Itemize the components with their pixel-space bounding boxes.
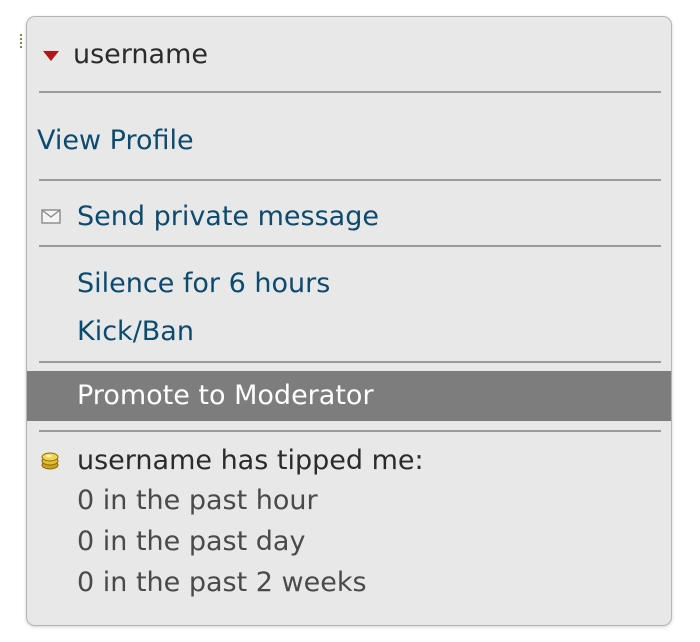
send-private-message-link[interactable]: Send private message [27,199,671,235]
divider [39,430,661,432]
tips-past-day: 0 in the past day [27,524,671,560]
kick-ban-link[interactable]: Kick/Ban [27,314,671,350]
promote-to-moderator-label: Promote to Moderator [77,380,374,411]
tips-past-2-weeks-label: 0 in the past 2 weeks [77,567,367,598]
promote-to-moderator-item[interactable]: Promote to Moderator [27,371,671,421]
send-private-message-label: Send private message [77,201,379,232]
divider [39,245,661,247]
caret-down-icon[interactable] [43,51,59,61]
silence-label: Silence for 6 hours [77,268,331,299]
divider [39,91,661,93]
silence-link[interactable]: Silence for 6 hours [27,266,671,302]
tips-title: username has tipped me: [27,443,671,479]
view-profile-link[interactable]: View Profile [27,123,671,159]
tips-past-hour-label: 0 in the past hour [77,485,318,516]
kick-ban-label: Kick/Ban [77,316,194,347]
tips-title-label: username has tipped me: [77,445,424,476]
stray-mark [20,34,25,48]
divider [39,361,661,363]
tips-past-hour: 0 in the past hour [27,483,671,519]
tips-past-day-label: 0 in the past day [77,526,306,557]
user-context-menu: username View Profile Send private messa… [26,16,672,626]
tips-past-2-weeks: 0 in the past 2 weeks [27,565,671,601]
view-profile-label: View Profile [37,125,194,156]
username-label: username [73,39,208,70]
divider [39,179,661,181]
